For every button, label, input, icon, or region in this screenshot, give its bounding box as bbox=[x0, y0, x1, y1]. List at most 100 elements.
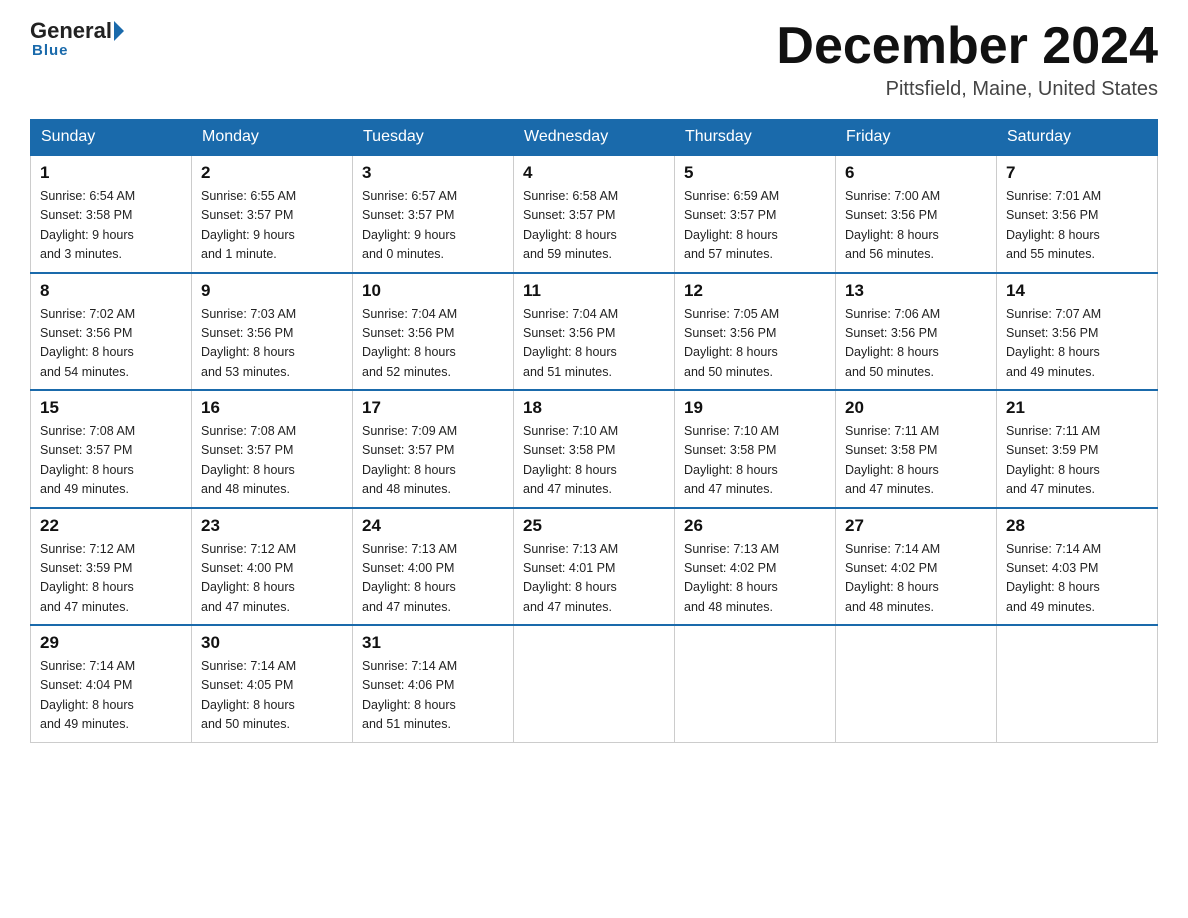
day-info: Sunrise: 7:14 AMSunset: 4:02 PMDaylight:… bbox=[845, 540, 987, 618]
day-number: 6 bbox=[845, 163, 987, 183]
day-info: Sunrise: 6:59 AMSunset: 3:57 PMDaylight:… bbox=[684, 187, 826, 265]
calendar-cell: 16 Sunrise: 7:08 AMSunset: 3:57 PMDaylig… bbox=[192, 390, 353, 508]
calendar-cell bbox=[675, 625, 836, 742]
calendar-cell: 5 Sunrise: 6:59 AMSunset: 3:57 PMDayligh… bbox=[675, 155, 836, 273]
column-header-monday: Monday bbox=[192, 120, 353, 156]
column-header-friday: Friday bbox=[836, 120, 997, 156]
day-number: 21 bbox=[1006, 398, 1148, 418]
calendar-cell: 1 Sunrise: 6:54 AMSunset: 3:58 PMDayligh… bbox=[31, 155, 192, 273]
day-info: Sunrise: 7:14 AMSunset: 4:03 PMDaylight:… bbox=[1006, 540, 1148, 618]
day-number: 13 bbox=[845, 281, 987, 301]
day-info: Sunrise: 7:04 AMSunset: 3:56 PMDaylight:… bbox=[523, 305, 665, 383]
day-info: Sunrise: 7:03 AMSunset: 3:56 PMDaylight:… bbox=[201, 305, 343, 383]
calendar-cell: 12 Sunrise: 7:05 AMSunset: 3:56 PMDaylig… bbox=[675, 273, 836, 391]
calendar-cell: 19 Sunrise: 7:10 AMSunset: 3:58 PMDaylig… bbox=[675, 390, 836, 508]
day-number: 11 bbox=[523, 281, 665, 301]
day-number: 18 bbox=[523, 398, 665, 418]
location-title: Pittsfield, Maine, United States bbox=[776, 78, 1158, 101]
calendar-cell: 24 Sunrise: 7:13 AMSunset: 4:00 PMDaylig… bbox=[353, 508, 514, 626]
calendar-cell: 21 Sunrise: 7:11 AMSunset: 3:59 PMDaylig… bbox=[997, 390, 1158, 508]
day-number: 12 bbox=[684, 281, 826, 301]
calendar-cell: 23 Sunrise: 7:12 AMSunset: 4:00 PMDaylig… bbox=[192, 508, 353, 626]
day-number: 3 bbox=[362, 163, 504, 183]
day-info: Sunrise: 7:06 AMSunset: 3:56 PMDaylight:… bbox=[845, 305, 987, 383]
day-info: Sunrise: 7:09 AMSunset: 3:57 PMDaylight:… bbox=[362, 422, 504, 500]
day-info: Sunrise: 7:10 AMSunset: 3:58 PMDaylight:… bbox=[523, 422, 665, 500]
day-info: Sunrise: 7:11 AMSunset: 3:58 PMDaylight:… bbox=[845, 422, 987, 500]
calendar-week-row: 22 Sunrise: 7:12 AMSunset: 3:59 PMDaylig… bbox=[31, 508, 1158, 626]
calendar-cell: 30 Sunrise: 7:14 AMSunset: 4:05 PMDaylig… bbox=[192, 625, 353, 742]
logo: General Blue bbox=[30, 20, 124, 59]
column-header-wednesday: Wednesday bbox=[514, 120, 675, 156]
calendar-cell: 17 Sunrise: 7:09 AMSunset: 3:57 PMDaylig… bbox=[353, 390, 514, 508]
day-info: Sunrise: 7:05 AMSunset: 3:56 PMDaylight:… bbox=[684, 305, 826, 383]
day-info: Sunrise: 7:02 AMSunset: 3:56 PMDaylight:… bbox=[40, 305, 182, 383]
calendar-cell: 26 Sunrise: 7:13 AMSunset: 4:02 PMDaylig… bbox=[675, 508, 836, 626]
day-number: 29 bbox=[40, 633, 182, 653]
day-info: Sunrise: 7:13 AMSunset: 4:00 PMDaylight:… bbox=[362, 540, 504, 618]
day-number: 24 bbox=[362, 516, 504, 536]
title-section: December 2024 Pittsfield, Maine, United … bbox=[776, 20, 1158, 101]
day-number: 26 bbox=[684, 516, 826, 536]
day-number: 4 bbox=[523, 163, 665, 183]
day-info: Sunrise: 7:12 AMSunset: 3:59 PMDaylight:… bbox=[40, 540, 182, 618]
day-info: Sunrise: 6:58 AMSunset: 3:57 PMDaylight:… bbox=[523, 187, 665, 265]
day-number: 14 bbox=[1006, 281, 1148, 301]
calendar-cell: 14 Sunrise: 7:07 AMSunset: 3:56 PMDaylig… bbox=[997, 273, 1158, 391]
calendar-week-row: 29 Sunrise: 7:14 AMSunset: 4:04 PMDaylig… bbox=[31, 625, 1158, 742]
day-number: 28 bbox=[1006, 516, 1148, 536]
day-info: Sunrise: 6:54 AMSunset: 3:58 PMDaylight:… bbox=[40, 187, 182, 265]
day-number: 8 bbox=[40, 281, 182, 301]
calendar-cell: 10 Sunrise: 7:04 AMSunset: 3:56 PMDaylig… bbox=[353, 273, 514, 391]
logo-general-text: General bbox=[30, 20, 112, 42]
day-info: Sunrise: 6:57 AMSunset: 3:57 PMDaylight:… bbox=[362, 187, 504, 265]
day-number: 9 bbox=[201, 281, 343, 301]
calendar-cell: 18 Sunrise: 7:10 AMSunset: 3:58 PMDaylig… bbox=[514, 390, 675, 508]
calendar-week-row: 8 Sunrise: 7:02 AMSunset: 3:56 PMDayligh… bbox=[31, 273, 1158, 391]
calendar-cell: 3 Sunrise: 6:57 AMSunset: 3:57 PMDayligh… bbox=[353, 155, 514, 273]
day-info: Sunrise: 7:13 AMSunset: 4:01 PMDaylight:… bbox=[523, 540, 665, 618]
day-info: Sunrise: 6:55 AMSunset: 3:57 PMDaylight:… bbox=[201, 187, 343, 265]
day-info: Sunrise: 7:00 AMSunset: 3:56 PMDaylight:… bbox=[845, 187, 987, 265]
calendar-header-row: SundayMondayTuesdayWednesdayThursdayFrid… bbox=[31, 120, 1158, 156]
day-info: Sunrise: 7:14 AMSunset: 4:06 PMDaylight:… bbox=[362, 657, 504, 735]
calendar-cell bbox=[514, 625, 675, 742]
calendar-cell bbox=[836, 625, 997, 742]
day-info: Sunrise: 7:01 AMSunset: 3:56 PMDaylight:… bbox=[1006, 187, 1148, 265]
day-info: Sunrise: 7:14 AMSunset: 4:04 PMDaylight:… bbox=[40, 657, 182, 735]
calendar-cell: 2 Sunrise: 6:55 AMSunset: 3:57 PMDayligh… bbox=[192, 155, 353, 273]
month-title: December 2024 bbox=[776, 20, 1158, 72]
column-header-sunday: Sunday bbox=[31, 120, 192, 156]
day-number: 27 bbox=[845, 516, 987, 536]
day-number: 5 bbox=[684, 163, 826, 183]
calendar-cell: 8 Sunrise: 7:02 AMSunset: 3:56 PMDayligh… bbox=[31, 273, 192, 391]
logo-arrow-icon bbox=[114, 21, 124, 41]
day-number: 25 bbox=[523, 516, 665, 536]
day-number: 7 bbox=[1006, 163, 1148, 183]
day-info: Sunrise: 7:14 AMSunset: 4:05 PMDaylight:… bbox=[201, 657, 343, 735]
day-number: 10 bbox=[362, 281, 504, 301]
day-number: 19 bbox=[684, 398, 826, 418]
calendar-cell: 29 Sunrise: 7:14 AMSunset: 4:04 PMDaylig… bbox=[31, 625, 192, 742]
calendar-cell: 20 Sunrise: 7:11 AMSunset: 3:58 PMDaylig… bbox=[836, 390, 997, 508]
calendar-table: SundayMondayTuesdayWednesdayThursdayFrid… bbox=[30, 119, 1158, 743]
calendar-cell: 4 Sunrise: 6:58 AMSunset: 3:57 PMDayligh… bbox=[514, 155, 675, 273]
calendar-cell: 22 Sunrise: 7:12 AMSunset: 3:59 PMDaylig… bbox=[31, 508, 192, 626]
column-header-saturday: Saturday bbox=[997, 120, 1158, 156]
day-info: Sunrise: 7:08 AMSunset: 3:57 PMDaylight:… bbox=[201, 422, 343, 500]
calendar-cell: 7 Sunrise: 7:01 AMSunset: 3:56 PMDayligh… bbox=[997, 155, 1158, 273]
calendar-cell: 6 Sunrise: 7:00 AMSunset: 3:56 PMDayligh… bbox=[836, 155, 997, 273]
calendar-week-row: 1 Sunrise: 6:54 AMSunset: 3:58 PMDayligh… bbox=[31, 155, 1158, 273]
logo-blue-text: Blue bbox=[32, 42, 69, 59]
day-info: Sunrise: 7:13 AMSunset: 4:02 PMDaylight:… bbox=[684, 540, 826, 618]
calendar-cell: 13 Sunrise: 7:06 AMSunset: 3:56 PMDaylig… bbox=[836, 273, 997, 391]
day-info: Sunrise: 7:08 AMSunset: 3:57 PMDaylight:… bbox=[40, 422, 182, 500]
day-number: 22 bbox=[40, 516, 182, 536]
calendar-cell: 25 Sunrise: 7:13 AMSunset: 4:01 PMDaylig… bbox=[514, 508, 675, 626]
calendar-cell: 15 Sunrise: 7:08 AMSunset: 3:57 PMDaylig… bbox=[31, 390, 192, 508]
day-info: Sunrise: 7:12 AMSunset: 4:00 PMDaylight:… bbox=[201, 540, 343, 618]
calendar-cell: 28 Sunrise: 7:14 AMSunset: 4:03 PMDaylig… bbox=[997, 508, 1158, 626]
day-number: 1 bbox=[40, 163, 182, 183]
page-header: General Blue December 2024 Pittsfield, M… bbox=[30, 20, 1158, 101]
day-info: Sunrise: 7:07 AMSunset: 3:56 PMDaylight:… bbox=[1006, 305, 1148, 383]
